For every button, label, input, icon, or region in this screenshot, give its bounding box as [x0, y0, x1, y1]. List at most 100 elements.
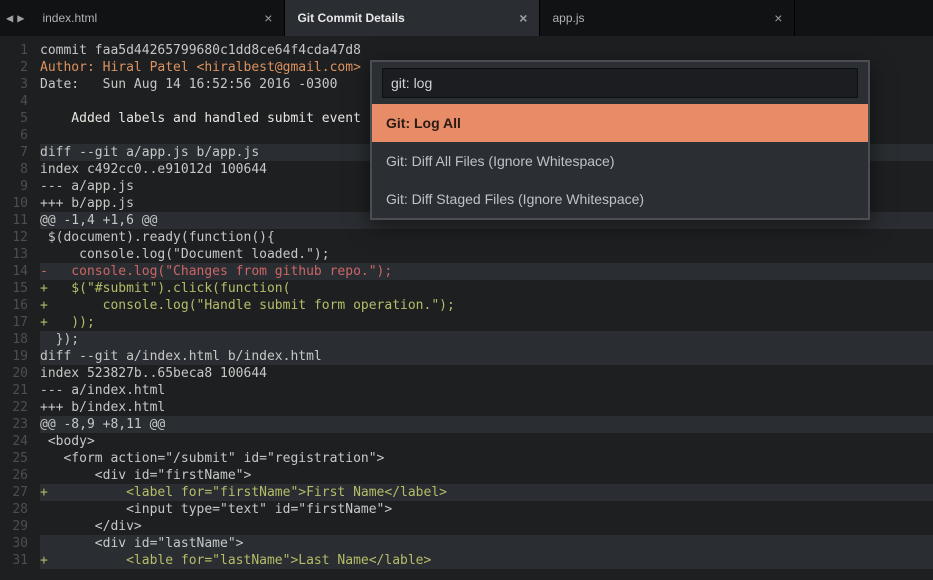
- code-token: </div>: [40, 519, 142, 534]
- gutter-line-number: 24: [0, 433, 28, 450]
- nav-arrows: ◀ ▶: [0, 0, 30, 36]
- command-palette-list: Git: Log AllGit: Diff All Files (Ignore …: [372, 104, 868, 218]
- gutter-line-number: 17: [0, 314, 28, 331]
- command-palette-input[interactable]: [382, 68, 858, 98]
- code-token: Date: Sun Aug 14 16:52:56 2016 -0300: [40, 77, 337, 92]
- gutter-line-number: 28: [0, 501, 28, 518]
- tab-label: Git Commit Details: [297, 11, 404, 25]
- code-token: @@ -8,9 +8,11 @@: [40, 417, 165, 432]
- command-palette-item[interactable]: Git: Diff Staged Files (Ignore Whitespac…: [372, 180, 868, 218]
- code-token: <div id="lastName">: [40, 536, 244, 551]
- gutter-line-number: 4: [0, 93, 28, 110]
- code-token: --- a/index.html: [40, 383, 165, 398]
- gutter-line-number: 9: [0, 178, 28, 195]
- tab[interactable]: app.js ×: [540, 0, 795, 36]
- gutter-line-number: 7: [0, 144, 28, 161]
- gutter-line-number: 15: [0, 280, 28, 297]
- gutter-line-number: 2: [0, 59, 28, 76]
- code-token: <body>: [40, 434, 95, 449]
- code-token: + <label for="firstName">First Name</lab…: [40, 485, 447, 500]
- code-token: +++ b/app.js: [40, 196, 134, 211]
- code-line: diff --git a/index.html b/index.html: [40, 348, 933, 365]
- code-token: diff --git a/app.js b/app.js: [40, 145, 259, 160]
- gutter-line-number: 3: [0, 76, 28, 93]
- code-token: <div id="firstName">: [40, 468, 251, 483]
- gutter: 1234567891011121314151617181920212223242…: [0, 36, 34, 580]
- code-token: index c492cc0..e91012d 100644: [40, 162, 267, 177]
- gutter-line-number: 27: [0, 484, 28, 501]
- tab-label: index.html: [42, 11, 97, 25]
- code-token: commit faa5d44265799680c1dd8ce64f4cda47d…: [40, 43, 361, 58]
- tab-label: app.js: [552, 11, 584, 25]
- code-token: diff --git a/index.html b/index.html: [40, 349, 322, 364]
- gutter-line-number: 6: [0, 127, 28, 144]
- gutter-line-number: 10: [0, 195, 28, 212]
- code-token: console.log("Document loaded.");: [40, 247, 330, 262]
- gutter-line-number: 16: [0, 297, 28, 314]
- command-palette-item[interactable]: Git: Diff All Files (Ignore Whitespace): [372, 142, 868, 180]
- gutter-line-number: 5: [0, 110, 28, 127]
- code-token: @@ -1,4 +1,6 @@: [40, 213, 157, 228]
- nav-back-icon[interactable]: ◀: [6, 11, 13, 25]
- gutter-line-number: 21: [0, 382, 28, 399]
- topbar: ◀ ▶ index.html×Git Commit Details×app.js…: [0, 0, 933, 36]
- code-line: <body>: [40, 433, 933, 450]
- gutter-line-number: 31: [0, 552, 28, 569]
- gutter-line-number: 30: [0, 535, 28, 552]
- code-token: +++ b/index.html: [40, 400, 165, 415]
- gutter-line-number: 20: [0, 365, 28, 382]
- code-line: commit faa5d44265799680c1dd8ce64f4cda47d…: [40, 42, 933, 59]
- code-line: @@ -8,9 +8,11 @@: [40, 416, 933, 433]
- code-line: <input type="text" id="firstName">: [40, 501, 933, 518]
- gutter-line-number: 25: [0, 450, 28, 467]
- gutter-line-number: 19: [0, 348, 28, 365]
- code-line: console.log("Document loaded.");: [40, 246, 933, 263]
- gutter-line-number: 11: [0, 212, 28, 229]
- code-token: - console.log("Changes from github repo.…: [40, 264, 392, 279]
- gutter-line-number: 13: [0, 246, 28, 263]
- code-token: <input type="text" id="firstName">: [40, 502, 392, 517]
- code-line: + <lable for="lastName">Last Name</lable…: [40, 552, 933, 569]
- gutter-line-number: 1: [0, 42, 28, 59]
- code-line: <div id="firstName">: [40, 467, 933, 484]
- code-line: <form action="/submit" id="registration"…: [40, 450, 933, 467]
- tab[interactable]: index.html ×: [30, 0, 285, 36]
- code-token: Author: Hiral Patel <hiralbest@gmail.com…: [40, 60, 361, 75]
- code-line: $(document).ready(function(){: [40, 229, 933, 246]
- gutter-line-number: 8: [0, 161, 28, 178]
- code-line: + <label for="firstName">First Name</lab…: [40, 484, 933, 501]
- code-line: });: [40, 331, 933, 348]
- gutter-line-number: 14: [0, 263, 28, 280]
- tab[interactable]: Git Commit Details ×: [285, 0, 540, 36]
- code-line: + console.log("Handle submit form operat…: [40, 297, 933, 314]
- gutter-line-number: 26: [0, 467, 28, 484]
- code-line: --- a/index.html: [40, 382, 933, 399]
- nav-forward-icon[interactable]: ▶: [17, 11, 24, 25]
- gutter-line-number: 23: [0, 416, 28, 433]
- close-icon[interactable]: ×: [264, 11, 272, 25]
- code-token: $(document).ready(function(){: [40, 230, 275, 245]
- code-line: - console.log("Changes from github repo.…: [40, 263, 933, 280]
- code-token: + console.log("Handle submit form operat…: [40, 298, 455, 313]
- code-token: <form action="/submit" id="registration"…: [40, 451, 384, 466]
- code-token: Added labels and handled submit event: [40, 111, 361, 126]
- code-token: + <lable for="lastName">Last Name</lable…: [40, 553, 431, 568]
- close-icon[interactable]: ×: [774, 11, 782, 25]
- code-line: index 523827b..65beca8 100644: [40, 365, 933, 382]
- command-palette: Git: Log AllGit: Diff All Files (Ignore …: [370, 60, 870, 220]
- command-palette-item[interactable]: Git: Log All: [372, 104, 868, 142]
- code-line: +++ b/index.html: [40, 399, 933, 416]
- code-token: });: [40, 332, 79, 347]
- code-token: index 523827b..65beca8 100644: [40, 366, 267, 381]
- gutter-line-number: 12: [0, 229, 28, 246]
- close-icon[interactable]: ×: [519, 11, 527, 25]
- gutter-line-number: 29: [0, 518, 28, 535]
- gutter-line-number: 22: [0, 399, 28, 416]
- tab-strip: index.html × Git Commit Details × app.js ×: [30, 0, 933, 36]
- code-token: + $("#submit").click(function(: [40, 281, 290, 296]
- gutter-line-number: 18: [0, 331, 28, 348]
- code-token: --- a/app.js: [40, 179, 134, 194]
- code-line: + ));: [40, 314, 933, 331]
- command-palette-input-wrap: [372, 62, 868, 104]
- code-token: + ));: [40, 315, 95, 330]
